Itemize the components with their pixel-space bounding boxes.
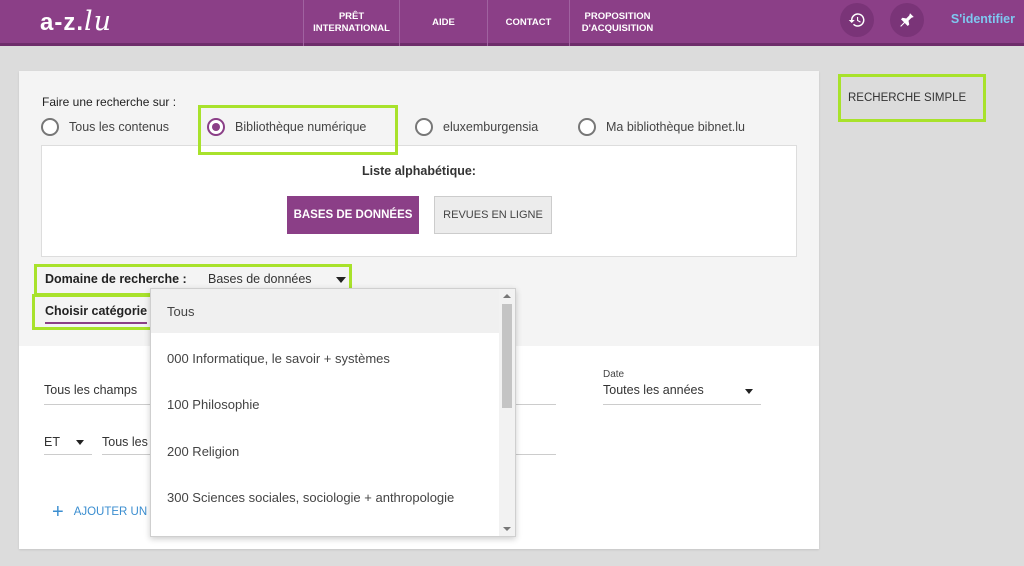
search-scope-label: Faire une recherche sur : <box>42 95 177 109</box>
category-dropdown[interactable]: Tous 000 Informatique, le savoir + systè… <box>150 288 516 537</box>
nav-pret-international[interactable]: PRÊT INTERNATIONAL <box>303 0 399 46</box>
radio-circle-icon <box>41 118 59 136</box>
nav-label: PRÊT INTERNATIONAL <box>313 11 390 34</box>
logo[interactable]: a-z.lu <box>40 6 112 37</box>
logo-text: a-z. <box>40 9 85 36</box>
highlight-box <box>198 105 398 155</box>
bases-de-donnees-button[interactable]: BASES DE DONNÉES <box>287 196 419 234</box>
radio-circle-icon <box>415 118 433 136</box>
radio-ma-bibliotheque[interactable]: Ma bibliothèque bibnet.lu <box>578 118 745 136</box>
radio-label: eluxemburgensia <box>443 120 539 134</box>
date-label: Date <box>603 369 625 380</box>
date-select-value: Toutes les années <box>603 383 704 397</box>
radio-label: Ma bibliothèque bibnet.lu <box>606 120 745 134</box>
site-header: a-z.lu PRÊT INTERNATIONAL AIDE CONTACT P… <box>0 0 1024 46</box>
logo-lu: lu <box>84 6 113 37</box>
recherche-simple-link[interactable]: RECHERCHE SIMPLE <box>848 92 966 104</box>
nav-aide[interactable]: AIDE <box>399 0 487 46</box>
date-select[interactable]: Toutes les années <box>603 383 761 405</box>
nav-label: AIDE <box>432 17 455 28</box>
add-field-link[interactable]: + AJOUTER UN <box>52 502 147 522</box>
radio-eluxemburgensia[interactable]: eluxemburgensia <box>415 118 538 136</box>
history-icon <box>848 13 865 27</box>
chevron-down-icon <box>76 440 84 445</box>
plus-icon: + <box>52 501 64 523</box>
radio-tous-contenus[interactable]: Tous les contenus <box>41 118 169 136</box>
alphabetical-list-title: Liste alphabétique: <box>362 164 476 178</box>
add-field-label: AJOUTER UN <box>73 506 148 518</box>
scroll-up-icon[interactable] <box>503 294 511 298</box>
radio-label: Tous les contenus <box>69 120 170 134</box>
dropdown-option[interactable]: 200 Religion <box>151 428 499 474</box>
scroll-down-icon[interactable] <box>503 527 511 531</box>
dropdown-option[interactable]: 100 Philosophie <box>151 381 499 427</box>
operator-select[interactable]: ET <box>44 435 92 455</box>
highlight-box <box>32 294 162 330</box>
dropdown-option[interactable]: 000 Informatique, le savoir + systèmes <box>151 335 499 381</box>
field-select-value: Tous les <box>102 435 148 449</box>
field-select-value: Tous les champs <box>44 383 138 397</box>
alphabetical-list-box: Liste alphabétique: BASES DE DONNÉES REV… <box>41 145 797 257</box>
history-button[interactable] <box>840 3 874 37</box>
nav-proposition-acquisition[interactable]: PROPOSITION D'ACQUISITION <box>569 0 665 46</box>
scroll-thumb[interactable] <box>502 304 512 408</box>
dropdown-scrollbar[interactable] <box>499 289 515 536</box>
dropdown-option[interactable]: Tous <box>151 289 499 333</box>
radio-circle-icon <box>578 118 596 136</box>
revues-en-ligne-button[interactable]: REVUES EN LIGNE <box>434 196 552 234</box>
nav-label: PROPOSITION D'ACQUISITION <box>581 11 654 34</box>
pin-button[interactable] <box>890 3 924 37</box>
signin-link[interactable]: S'identifier <box>951 12 1015 26</box>
pin-icon <box>900 13 914 27</box>
nav-label: CONTACT <box>505 17 552 28</box>
nav-contact[interactable]: CONTACT <box>487 0 569 46</box>
operator-value: ET <box>44 435 60 449</box>
dropdown-option[interactable]: 300 Sciences sociales, sociologie + anth… <box>151 474 499 520</box>
chevron-down-icon <box>745 389 753 394</box>
